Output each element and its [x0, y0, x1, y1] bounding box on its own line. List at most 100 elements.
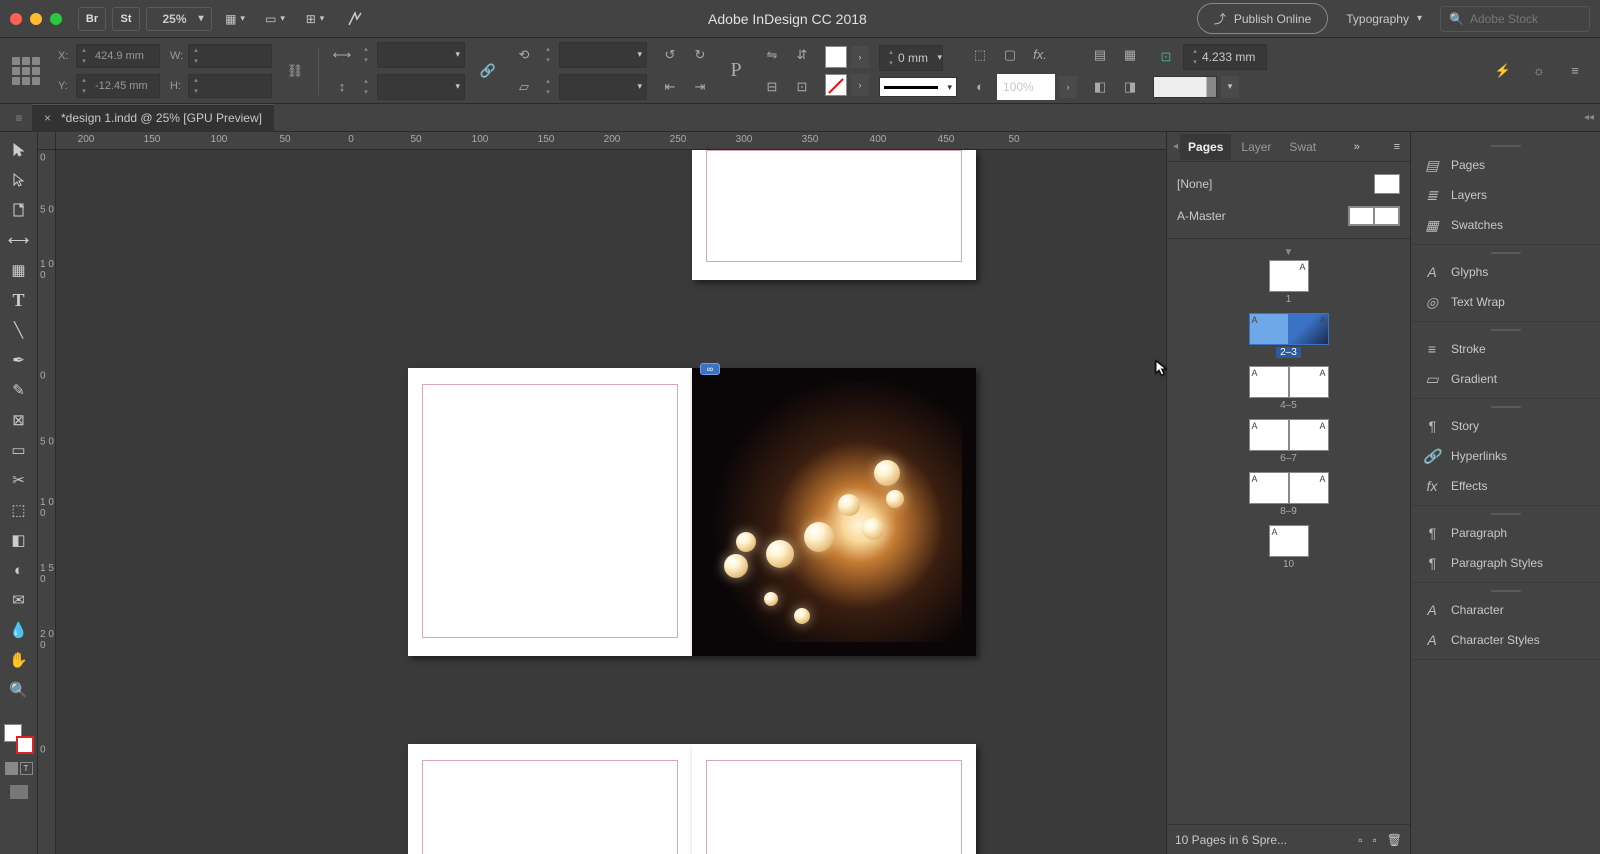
drop-shadow-icon[interactable]: ◧: [1087, 74, 1113, 100]
opacity-menu[interactable]: ›: [1059, 76, 1077, 98]
page-5[interactable]: [692, 744, 976, 854]
ruler-origin[interactable]: [38, 132, 56, 150]
delete-page-icon[interactable]: 🗑: [1387, 833, 1402, 847]
stock-button[interactable]: St: [112, 7, 140, 31]
leading-field[interactable]: ▴▾4.233 mm: [1183, 44, 1267, 70]
linked-frame-indicator[interactable]: [700, 363, 720, 375]
gradient-bar[interactable]: [1153, 76, 1217, 98]
eyedropper-tool[interactable]: 💧: [4, 616, 34, 644]
publish-online-button[interactable]: ⤴ Publish Online: [1197, 3, 1328, 34]
new-page-icon[interactable]: ▫: [1373, 833, 1377, 847]
pasteboard[interactable]: [56, 150, 1166, 854]
placed-image[interactable]: [706, 382, 962, 642]
type-tool[interactable]: T: [4, 286, 34, 314]
content-collector-tool[interactable]: ▦: [4, 256, 34, 284]
panel-grip[interactable]: [1411, 249, 1600, 257]
page-4[interactable]: [408, 744, 692, 854]
page-1[interactable]: [692, 150, 976, 280]
spread-thumb[interactable]: AA: [1249, 419, 1329, 451]
close-window[interactable]: [10, 13, 22, 25]
panel-grip[interactable]: [1411, 587, 1600, 595]
master-a[interactable]: A-Master: [1177, 200, 1400, 232]
width-field[interactable]: ▴▾: [188, 44, 272, 68]
panel-button-story[interactable]: ¶Story: [1411, 411, 1600, 441]
rotate-ccw-icon[interactable]: ↺: [657, 42, 683, 68]
stroke-style-dropdown[interactable]: ▾: [879, 77, 957, 97]
stroke-swatch[interactable]: [825, 74, 847, 96]
paragraph-format-icon[interactable]: P: [723, 58, 749, 84]
lightning-icon[interactable]: ⚡: [1490, 58, 1516, 84]
panel-menu-icon[interactable]: ≡: [1562, 58, 1588, 84]
panel-button-effects[interactable]: fxEffects: [1411, 471, 1600, 501]
document-canvas[interactable]: 2001501005005010015020025030035040045050…: [38, 132, 1166, 854]
panel-button-text-wrap[interactable]: ◎Text Wrap: [1411, 287, 1600, 317]
pen-tool[interactable]: ✒: [4, 346, 34, 374]
reference-point-proxy[interactable]: [12, 57, 40, 85]
panel-button-pages[interactable]: ▤Pages: [1411, 150, 1600, 180]
panel-menu-icon[interactable]: ≡: [1390, 141, 1404, 153]
stroke-weight-field[interactable]: ▴▾0 mm▾: [879, 45, 943, 71]
first-page-icon[interactable]: ⇤: [657, 74, 683, 100]
page-2[interactable]: [408, 368, 692, 656]
spread-thumb[interactable]: AA: [1249, 472, 1329, 504]
settings-gear-icon[interactable]: ☼: [1526, 58, 1552, 84]
spread-thumb[interactable]: A: [1269, 525, 1309, 557]
panel-grip[interactable]: [1411, 403, 1600, 411]
quick-apply-icon[interactable]: ◨: [1117, 74, 1143, 100]
panel-tab-layers[interactable]: Layer: [1233, 134, 1279, 160]
edit-page-size-icon[interactable]: ▫: [1358, 833, 1362, 847]
panel-button-paragraph[interactable]: ¶Paragraph: [1411, 518, 1600, 548]
pencil-tool[interactable]: ✎: [4, 376, 34, 404]
document-tab[interactable]: × *design 1.indd @ 25% [GPU Preview]: [32, 104, 274, 132]
workspace-switcher[interactable]: Typography ▾: [1346, 12, 1422, 26]
selection-tool[interactable]: [4, 136, 34, 164]
fill-stroke-proxy[interactable]: [4, 724, 34, 754]
panel-button-paragraph-styles[interactable]: ¶Paragraph Styles: [1411, 548, 1600, 578]
gap-tool[interactable]: ⟷: [4, 226, 34, 254]
panel-grip[interactable]: [1411, 510, 1600, 518]
note-tool[interactable]: ✉: [4, 586, 34, 614]
flip-vertical-icon[interactable]: ⇵: [789, 42, 815, 68]
rectangle-frame-tool[interactable]: ⊠: [4, 406, 34, 434]
panel-button-hyperlinks[interactable]: 🔗Hyperlinks: [1411, 441, 1600, 471]
stroke-menu[interactable]: ›: [851, 74, 869, 96]
panel-button-character[interactable]: ACharacter: [1411, 595, 1600, 625]
text-wrap-bounding-icon[interactable]: ▦: [1117, 42, 1143, 68]
panel-tab-swatches[interactable]: Swat: [1281, 134, 1324, 160]
shear-field[interactable]: ▾: [559, 74, 647, 100]
gpu-performance-icon[interactable]: [338, 7, 372, 31]
gradient-swatch-tool[interactable]: ◧: [4, 526, 34, 554]
constrain-link-icon[interactable]: 🔗: [475, 58, 501, 84]
rotate-cw-icon[interactable]: ↻: [687, 42, 713, 68]
panel-grip[interactable]: [1411, 142, 1600, 150]
fill-menu[interactable]: ›: [851, 46, 869, 68]
spread-thumb[interactable]: AA: [1249, 366, 1329, 398]
maximize-window[interactable]: [50, 13, 62, 25]
hand-tool[interactable]: ✋: [4, 646, 34, 674]
zoom-level-dropdown[interactable]: 25% ▾: [146, 7, 212, 31]
bridge-button[interactable]: Br: [78, 7, 106, 31]
zoom-tool[interactable]: 🔍: [4, 676, 34, 704]
panel-grip[interactable]: [1411, 326, 1600, 334]
close-tab-icon[interactable]: ×: [44, 111, 51, 125]
height-field[interactable]: ▴▾: [188, 74, 272, 98]
align-icon[interactable]: ⊟: [759, 74, 785, 100]
page-tool[interactable]: [4, 196, 34, 224]
text-wrap-none-icon[interactable]: ▤: [1087, 42, 1113, 68]
corner-options-icon[interactable]: ⬚: [967, 42, 993, 68]
panel-button-layers[interactable]: ≣Layers: [1411, 180, 1600, 210]
last-page-icon[interactable]: ⇥: [687, 74, 713, 100]
page-3[interactable]: [692, 368, 976, 656]
gradient-feather-tool[interactable]: ◐: [4, 556, 34, 584]
master-none[interactable]: [None]: [1177, 168, 1400, 200]
more-tabs-icon[interactable]: »: [1350, 141, 1364, 153]
gradient-menu[interactable]: ▾: [1221, 76, 1239, 98]
opacity-field[interactable]: 100%: [997, 74, 1055, 100]
tab-list-icon[interactable]: ≡: [6, 106, 32, 130]
scale-x-field[interactable]: ▾: [377, 42, 465, 68]
view-mode-toggle[interactable]: [4, 783, 34, 801]
scissors-tool[interactable]: ✂: [4, 466, 34, 494]
fx-icon[interactable]: fx.: [1027, 42, 1053, 68]
panel-button-stroke[interactable]: ≡Stroke: [1411, 334, 1600, 364]
screen-mode-icon[interactable]: ▭ ▾: [258, 7, 292, 31]
